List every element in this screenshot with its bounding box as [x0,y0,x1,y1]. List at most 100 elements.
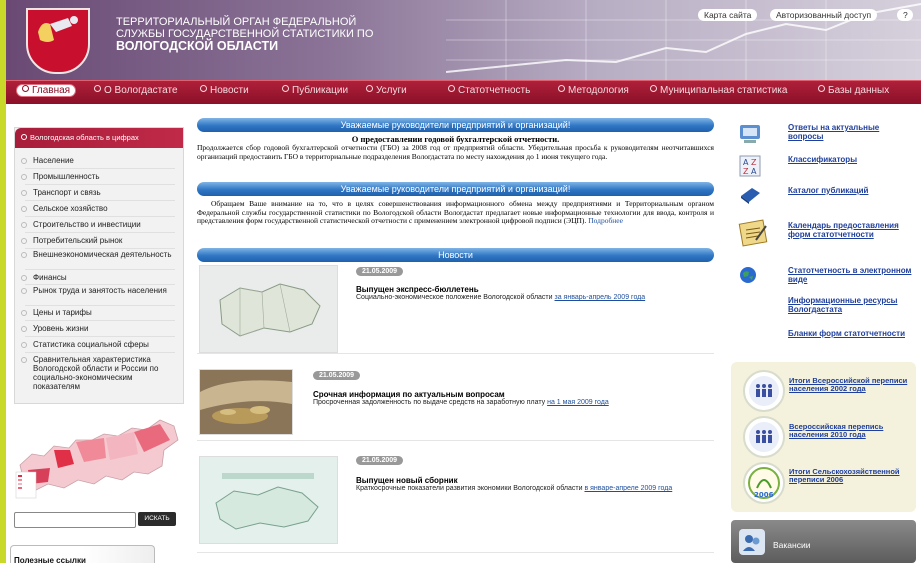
news-2-link[interactable]: на 1 мая 2009 года [547,399,609,406]
help-button[interactable]: ? [897,9,913,21]
coat-of-arms-logo[interactable] [26,8,90,74]
bullet-icon [21,288,27,294]
link-form-blanks[interactable]: Бланки форм статотчетности [788,329,913,339]
sidebar-item-agriculture[interactable]: Сельское хозяйство [19,204,179,213]
sidebar-item-label: Население [33,156,74,165]
bullet-icon [448,85,455,92]
sidebar-item-consumer-market[interactable]: Потребительский рынок [19,236,179,245]
nav-item-methodology[interactable]: Методология [558,85,629,96]
divider [197,353,714,354]
book-icon[interactable] [738,184,762,206]
news-1-image[interactable] [199,265,338,353]
news-header: Новости [197,248,714,262]
bullet-icon [21,174,27,180]
notice-2-text: Обращаем Ваше внимание на то, что в целя… [197,199,714,225]
nav-item-statreporting[interactable]: Статотчетность [448,85,530,96]
nav-item-label: О Вологдастате [104,85,178,96]
news-1-title[interactable]: Выпущен экспресс-бюллетень [356,285,479,294]
region-in-numbers-header[interactable]: Вологодская область в цифрах [15,128,183,148]
sidebar-item-comparison[interactable]: Сравнительная характеристика Вологодской… [19,355,179,391]
sidebar-item-foreign-trade[interactable]: Внешнеэкономическая деятельность [19,250,179,259]
notice-2-more-link[interactable]: Подробнее [588,216,623,225]
link-census-2002[interactable]: Итоги Всероссийской переписи населения 2… [789,377,911,393]
sidebar-item-social-sphere[interactable]: Статистика социальной сферы [19,340,179,349]
bullet-icon [21,326,27,332]
news-3-link[interactable]: в январе-апреле 2009 года [584,485,672,492]
nav-item-label: Публикации [292,85,349,96]
region-in-numbers-title: Вологодская область в цифрах [30,133,139,142]
calendar-icon[interactable] [738,218,770,248]
link-reporting-calendar[interactable]: Календарь предоставления форм статотчетн… [788,221,913,239]
nav-item-municipal[interactable]: Муниципальная статистика [650,85,787,96]
sitemap-button[interactable]: Карта сайта [698,9,758,21]
bullet-icon [21,357,27,363]
census-2002-icon[interactable] [743,370,785,412]
svg-text:A: A [751,167,757,176]
org-title: ТЕРРИТОРИАЛЬНЫЙ ОРГАН ФЕДЕРАЛЬНОЙ СЛУЖБЫ… [116,16,406,52]
divider [197,440,714,441]
link-information-resources[interactable]: Информационные ресурсы Вологдастата [788,296,913,314]
sidebar-item-label: Цены и тарифы [33,308,92,317]
bullet-icon [21,190,27,196]
link-classifiers[interactable]: Классификаторы [788,155,913,165]
nav-item-publications[interactable]: Публикации [282,85,348,96]
news-2-date: 21.05.2009 [313,371,361,380]
svg-text:Z: Z [743,167,749,176]
bullet-icon [282,85,289,92]
divider [25,336,175,337]
nav-item-label: Статотчетность [458,85,531,96]
sidebar-item-transport[interactable]: Транспорт и связь [19,188,179,197]
russia-map[interactable] [14,410,182,505]
authorized-access-button[interactable]: Авторизованный доступ [770,9,878,21]
classifier-az-icon[interactable]: AZZA [738,155,762,177]
nav-item-news[interactable]: Новости [200,85,249,96]
census-panel: Итоги Всероссийской переписи населения 2… [731,362,916,512]
news-1-link[interactable]: за январь-апрель 2009 года [555,294,646,301]
divider [25,248,175,249]
link-publications-catalog[interactable]: Каталог публикаций [788,186,913,196]
site-header: ТЕРРИТОРИАЛЬНЫЙ ОРГАН ФЕДЕРАЛЬНОЙ СЛУЖБЫ… [6,0,921,80]
news-1-description: Социально-экономическое положение Волого… [356,294,553,301]
divider [25,320,175,321]
search-button[interactable]: ИСКАТЬ [138,512,176,526]
link-faq[interactable]: Ответы на актуальные вопросы [788,123,913,141]
nav-item-home[interactable]: Главная [16,84,77,97]
nav-item-label: Главная [32,85,71,96]
bullet-icon [21,310,27,316]
sidebar-item-labor-market[interactable]: Рынок труда и занятость населения [19,286,179,295]
org-title-line-1: ТЕРРИТОРИАЛЬНЫЙ ОРГАН ФЕДЕРАЛЬНОЙ [116,16,357,28]
faq-icon[interactable] [738,123,762,145]
sidebar-item-finance[interactable]: Финансы [19,273,179,282]
bullet-icon [558,85,565,92]
link-census-2010[interactable]: Всероссийская перепись населения 2010 го… [789,423,911,439]
agricultural-census-2006-icon[interactable]: 2006 [743,462,785,504]
nav-item-services[interactable]: Услуги [366,85,407,96]
divider [25,305,175,306]
sidebar-item-population[interactable]: Население [19,156,179,165]
news-2-title[interactable]: Срочная информация по актуальным вопроса… [313,390,505,399]
news-2-image[interactable] [199,369,293,435]
sidebar-item-industry[interactable]: Промышленность [19,172,179,181]
sidebar-item-prices[interactable]: Цены и тарифы [19,308,179,317]
useful-links-tab[interactable]: Полезные ссылки [10,545,155,563]
nav-item-databases[interactable]: Базы данных [818,85,889,96]
vacancies-label: Вакансии [773,540,811,550]
news-3-title[interactable]: Выпущен новый сборник [356,476,458,485]
sidebar-item-label: Внешнеэкономическая деятельность [33,250,172,259]
notice-2-body: Обращаем Ваше внимание на то, что в целя… [197,199,714,226]
org-title-line-3: ВОЛОГОДСКОЙ ОБЛАСТИ [116,39,279,53]
sidebar-item-label: Потребительский рынок [33,236,123,245]
link-electronic-reporting[interactable]: Статотчетность в электронном виде [788,266,913,284]
nav-item-about[interactable]: О Вологдастате [94,85,178,96]
link-agricultural-census-2006[interactable]: Итоги Сельскохозяйственной переписи 2006 [789,468,911,484]
search-input[interactable] [14,512,136,528]
census-2010-icon[interactable] [743,416,785,458]
globe-icon[interactable] [738,265,758,285]
svg-text:Z: Z [751,158,757,167]
vacancies-panel[interactable]: Вакансии [731,520,916,563]
sidebar-item-construction[interactable]: Строительство и инвестиции [19,220,179,229]
news-3-image[interactable] [199,456,338,544]
nav-item-label: Услуги [376,85,407,96]
bullet-icon [94,85,101,92]
sidebar-item-living-standards[interactable]: Уровень жизни [19,324,179,333]
